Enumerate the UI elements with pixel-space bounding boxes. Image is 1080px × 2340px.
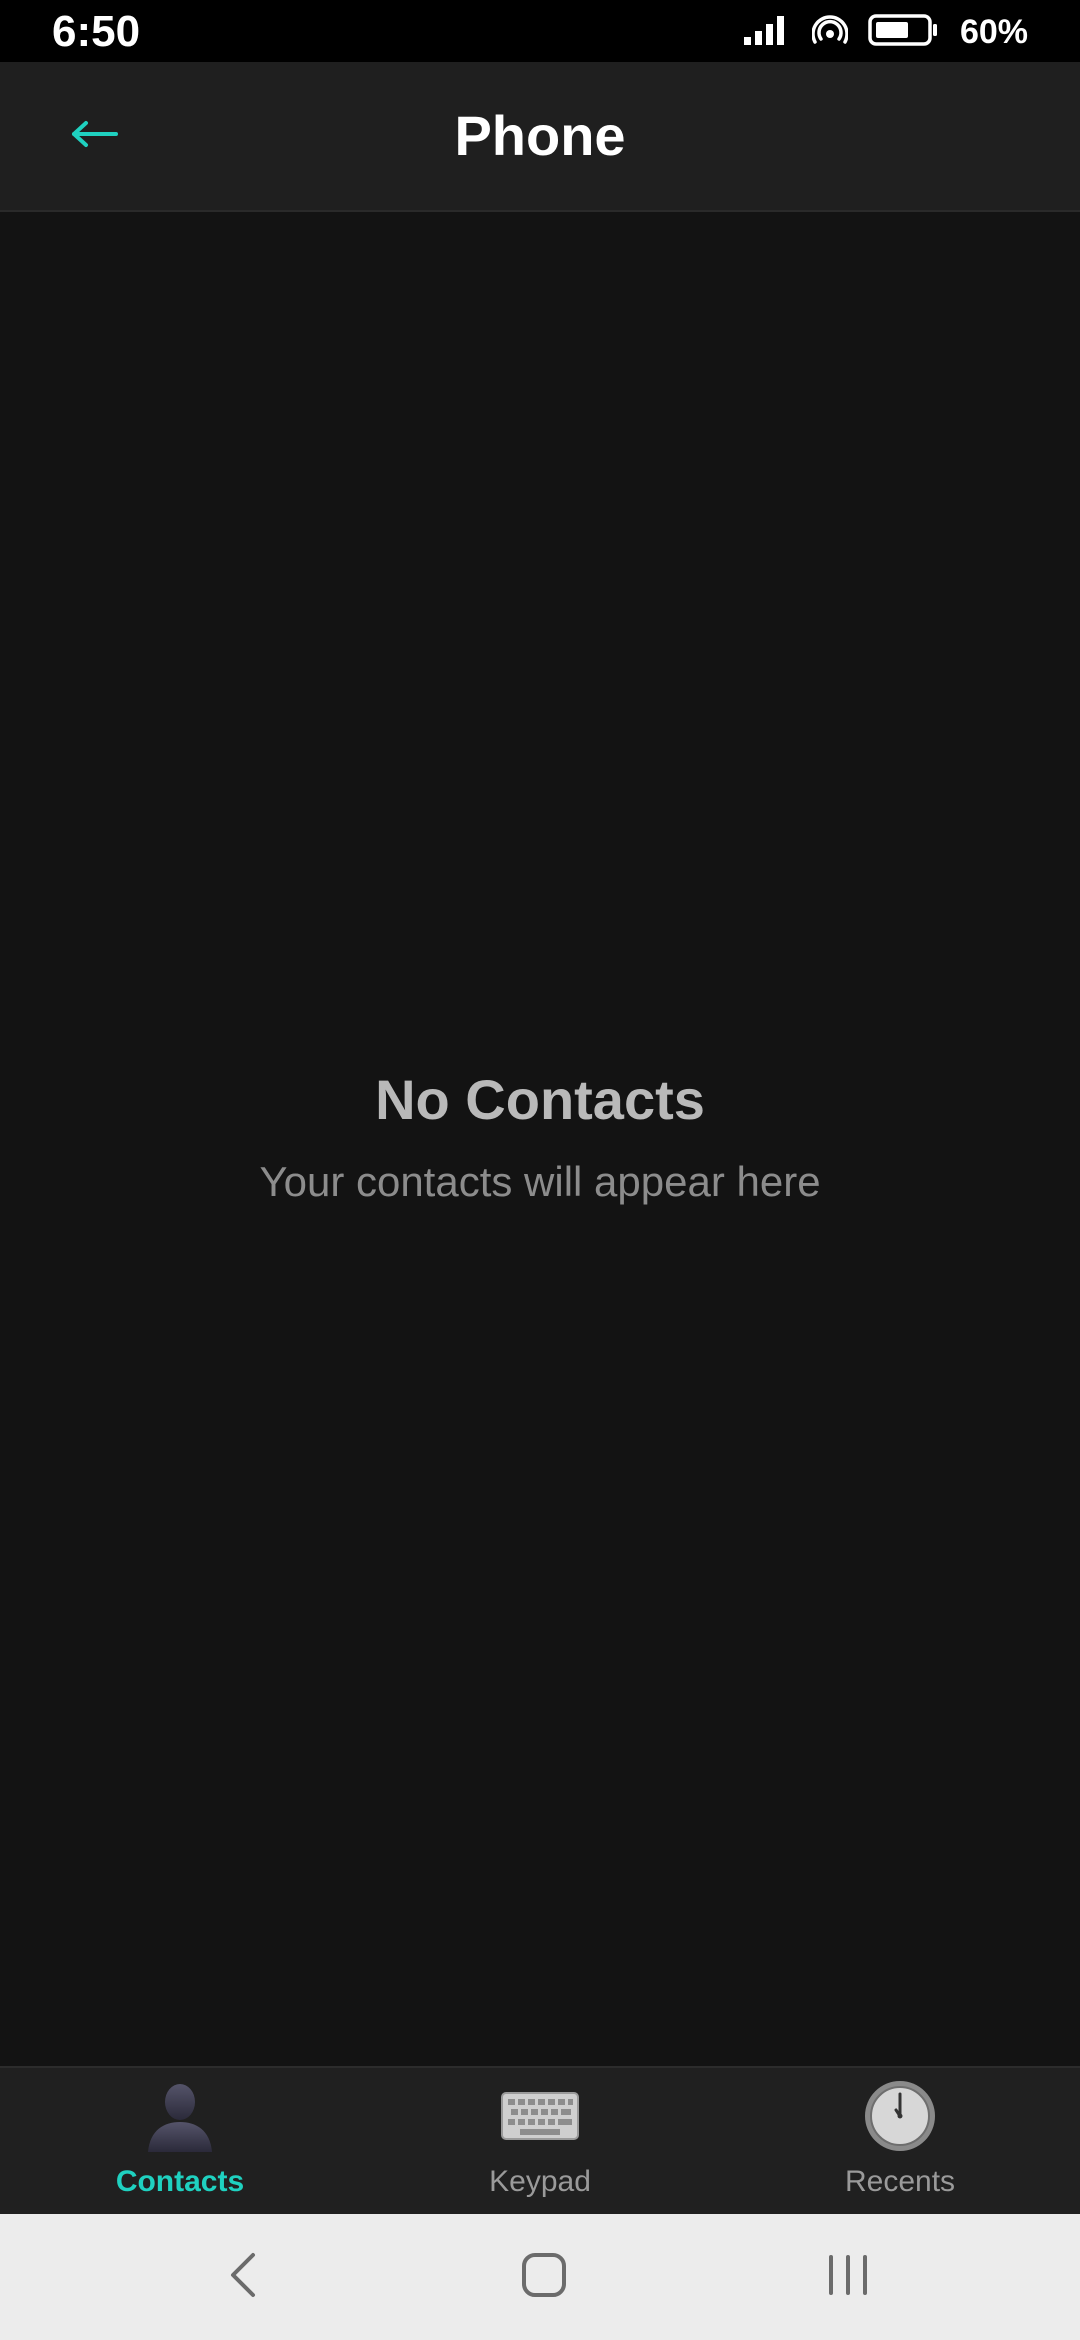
status-bar: 6:50 60% bbox=[0, 0, 1080, 62]
tab-label-keypad: Keypad bbox=[489, 2165, 591, 2198]
keyboard-icon bbox=[500, 2076, 580, 2156]
system-home-button[interactable] bbox=[514, 2252, 574, 2302]
app-bar: Phone bbox=[0, 62, 1080, 212]
tab-label-contacts: Contacts bbox=[115, 2165, 245, 2198]
hotspot-icon bbox=[811, 12, 849, 53]
empty-state-title: No Contacts bbox=[375, 1068, 705, 1131]
status-icons: 60% bbox=[742, 10, 1028, 54]
bottom-tab-bar: Contacts Keypad Recents bbox=[0, 2066, 1080, 2216]
tab-contacts[interactable]: Contacts bbox=[0, 2068, 360, 2216]
page-title: Phone bbox=[454, 104, 626, 167]
back-icon bbox=[227, 2251, 257, 2304]
tab-keypad[interactable]: Keypad bbox=[360, 2068, 720, 2216]
system-nav-bar bbox=[0, 2214, 1080, 2340]
tab-recents[interactable]: Recents bbox=[720, 2068, 1080, 2216]
signal-icon bbox=[742, 13, 792, 52]
battery-icon bbox=[868, 13, 940, 52]
person-silhouette-icon bbox=[140, 2076, 220, 2156]
empty-state: No Contacts Your contacts will appear he… bbox=[0, 1060, 1080, 1212]
empty-state-subtitle: Your contacts will appear here bbox=[259, 1158, 821, 1205]
home-icon bbox=[521, 2252, 567, 2303]
clock-icon bbox=[860, 2076, 940, 2156]
battery-percent: 60% bbox=[959, 13, 1028, 51]
phone-screen: 6:50 60% Phone No Contacts Your contacts… bbox=[0, 0, 1080, 2340]
system-recents-button[interactable] bbox=[818, 2252, 878, 2302]
tab-label-recents: Recents bbox=[844, 2165, 956, 2198]
status-time: 6:50 bbox=[52, 7, 141, 56]
recents-icon bbox=[825, 2253, 871, 2302]
system-back-button[interactable] bbox=[212, 2252, 272, 2302]
